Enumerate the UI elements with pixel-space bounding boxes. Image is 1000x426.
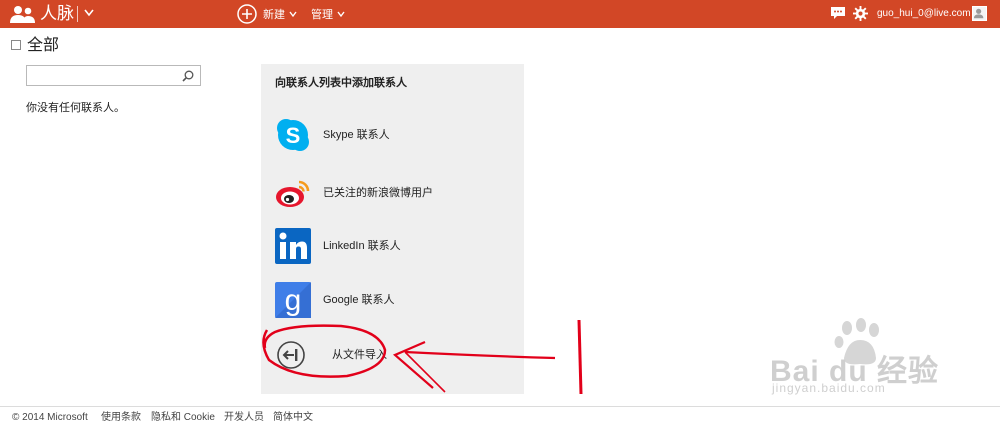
linkedin-icon [275, 228, 311, 264]
footer: © 2014 Microsoft 使用条款 隐私和 Cookie 开发人员 简体… [0, 406, 1000, 426]
panel-title: 向联系人列表中添加联系人 [275, 77, 407, 89]
source-label: Google 联系人 [323, 294, 395, 306]
footer-terms-link[interactable]: 使用条款 [101, 412, 141, 424]
source-linkedin[interactable]: LinkedIn 联系人 [275, 228, 505, 266]
chat-icon[interactable] [831, 7, 845, 20]
baidu-watermark: Bai du 经验 jingyan.baidu.com [760, 318, 960, 398]
search-box [26, 65, 201, 86]
svg-text:S: S [286, 123, 301, 148]
new-button[interactable]: 新建 [237, 3, 297, 25]
app-title[interactable]: 人脉 [40, 3, 74, 25]
google-icon: g [275, 282, 311, 318]
empty-contacts-message: 你没有任何联系人。 [26, 102, 125, 114]
source-skype[interactable]: S Skype 联系人 [275, 117, 505, 155]
people-icon[interactable] [10, 5, 36, 23]
avatar[interactable] [972, 6, 987, 21]
new-button-label: 新建 [263, 9, 285, 21]
app-divider [77, 6, 78, 22]
source-weibo[interactable]: 已关注的新浪微博用户 [275, 175, 505, 213]
source-label: 从文件导入 [332, 349, 387, 361]
footer-copyright: © 2014 Microsoft [12, 412, 88, 423]
skype-icon: S [277, 119, 309, 151]
footer-developers-link[interactable]: 开发人员 [224, 412, 264, 424]
footer-privacy-link[interactable]: 隐私和 Cookie [151, 412, 215, 424]
source-label: LinkedIn 联系人 [323, 240, 401, 252]
app-switcher-chevron-icon[interactable] [84, 7, 94, 19]
top-bar: 人脉 新建 管理 guo_hui_0@live.com [0, 0, 1000, 28]
footer-language-link[interactable]: 简体中文 [273, 412, 313, 424]
plus-circle-icon [237, 4, 257, 24]
source-import-file[interactable]: 从文件导入 [275, 337, 505, 375]
weibo-icon [276, 180, 310, 207]
import-icon [277, 341, 305, 369]
watermark-url: jingyan.baidu.com [772, 381, 886, 395]
search-icon[interactable] [182, 70, 194, 82]
source-google[interactable]: g Google 联系人 [275, 282, 505, 320]
source-label: 已关注的新浪微博用户 [323, 187, 433, 199]
search-input[interactable] [29, 67, 179, 84]
all-contacts-label[interactable]: 全部 [27, 36, 59, 56]
manage-button[interactable]: 管理 [311, 3, 345, 25]
user-email[interactable]: guo_hui_0@live.com [877, 7, 971, 20]
svg-text:g: g [285, 284, 302, 317]
select-all-checkbox[interactable] [11, 40, 21, 50]
gear-icon[interactable] [853, 6, 868, 21]
add-contacts-panel: 向联系人列表中添加联系人 S Skype 联系人 已关注的新浪微博用户 Link… [261, 64, 524, 394]
user-silhouette-icon [973, 8, 984, 19]
manage-button-label: 管理 [311, 9, 333, 21]
chevron-down-icon [337, 11, 345, 18]
source-label: Skype 联系人 [323, 129, 390, 141]
chevron-down-icon [289, 11, 297, 18]
